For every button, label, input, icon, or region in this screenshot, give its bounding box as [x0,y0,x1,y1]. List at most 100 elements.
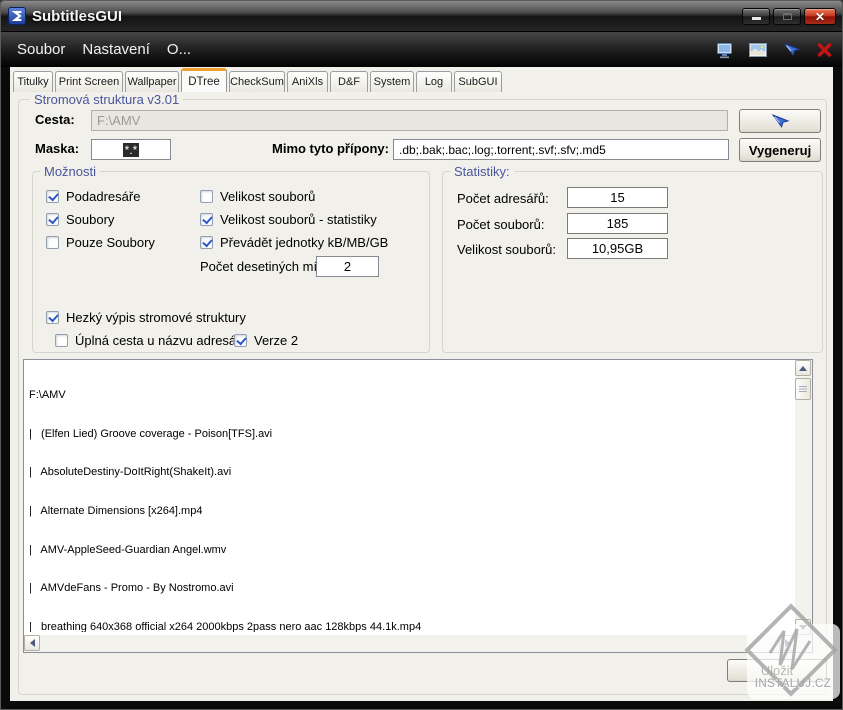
checkbox-label: Pouze Soubory [66,234,155,250]
menu-item-nastaveni[interactable]: Nastavení [82,41,150,58]
screen-icon[interactable] [715,41,735,59]
menu-item-o[interactable]: O... [167,41,191,58]
checkbox-velikost-souboru[interactable]: Velikost souborů [200,188,315,204]
minimize-icon [752,17,761,20]
stat-souboru-value: 185 [606,216,629,231]
checkbox-hezky-vypis[interactable]: Hezký výpis stromové struktury [46,309,246,325]
menu-item-soubor[interactable]: Soubor [17,41,65,58]
stat-velikost-value: 10,95GB [591,241,644,256]
tab-dtree[interactable]: DTree [181,68,227,92]
cesta-label: Cesta: [35,112,75,127]
checkbox-box[interactable] [46,235,59,249]
tab-system[interactable]: System [370,71,414,92]
app-logo-icon[interactable] [8,7,26,25]
scroll-left-button[interactable] [24,635,40,651]
tab-checksum[interactable]: CheckSum [229,71,285,92]
horizontal-scrollbar[interactable] [24,635,795,652]
checkbox-verze-2[interactable]: Verze 2 [234,332,298,348]
blue-pointer-icon [771,113,790,128]
tree-line: | AbsoluteDestiny-DoItRight(ShakeIt).avi [29,466,232,479]
picture-icon[interactable] [748,41,768,59]
tree-line: | breathing 640x368 official x264 2000kb… [29,621,422,632]
checkbox-box[interactable] [234,333,247,347]
tree-line: | AMV-AppleSeed-Guardian Angel.wmv [29,543,227,556]
cesta-value: F:\AMV [97,113,141,128]
maximize-icon [783,13,792,20]
vertical-scroll-thumb[interactable] [795,378,811,400]
statistiky-title: Statistiky: [450,164,514,179]
tab-strip: Titulky Print Screen Wallpaper DTree Che… [13,68,502,92]
stat-velikost-field[interactable]: 10,95GB [567,238,668,259]
stat-souboru-label: Počet souborů: [457,217,545,232]
maska-field[interactable]: *.* [91,139,171,160]
close-button[interactable]: ✕ [804,8,836,25]
checkbox-box[interactable] [55,333,68,347]
window-title: SubtitlesGUI [32,7,123,25]
tab-log[interactable]: Log [416,71,452,92]
arrow-left-icon [29,639,35,647]
s-zigzag-glyph [11,11,22,21]
checkbox-label: Podadresáře [66,188,141,204]
tree-output-listbox[interactable]: F:\AMV | (Elfen Lied) Groove coverage - … [23,359,813,653]
stat-souboru-field[interactable]: 185 [567,213,668,234]
checkbox-box[interactable] [46,212,59,226]
checkbox-box[interactable] [200,189,213,203]
checkbox-box[interactable] [200,212,213,226]
checkbox-label: Velikost souborů - statistiky [220,211,377,227]
browse-button[interactable] [739,109,821,133]
checkbox-pouze-soubory[interactable]: Pouze Soubory [46,234,155,250]
tab-anixls[interactable]: AniXls [287,71,328,92]
tree-line: | (Elfen Lied) Groove coverage - Poison[… [29,427,273,440]
tree-output-text: F:\AMV | (Elfen Lied) Groove coverage - … [29,363,792,632]
maska-label: Maska: [35,141,80,156]
checkbox-velikost-statistiky[interactable]: Velikost souborů - statistiky [200,211,377,227]
app-window: SubtitlesGUI ✕ Soubor Nastavení O... Tit… [0,0,843,710]
group-moznosti: Možnosti Podadresáře Soubory Pouze Soubo… [32,164,430,353]
arrow-up-icon [799,365,807,371]
decimal-places-field[interactable]: 2 [316,256,379,277]
tab-titulky[interactable]: Titulky [13,71,53,92]
checkbox-label: Verze 2 [254,332,299,348]
group-statistiky: Statistiky: Počet adresářů: 15 Počet sou… [442,164,823,353]
group-title: Stromová struktura v3.01 [30,92,184,107]
checkbox-label: Hezký výpis stromové struktury [66,309,246,325]
minimize-button[interactable] [742,8,770,25]
tree-line: F:\AMV [29,388,66,401]
moznosti-title: Možnosti [40,164,101,179]
tab-subgui[interactable]: SubGUI [454,71,502,92]
stat-adresaru-label: Počet adresářů: [457,191,549,206]
title-bar[interactable]: SubtitlesGUI ✕ [1,1,842,31]
checkbox-box[interactable] [200,235,213,249]
content-panel: Titulky Print Screen Wallpaper DTree Che… [10,67,833,701]
checkbox-prevadet-jednotky[interactable]: Převádět jednotky kB/MB/GB [200,234,388,250]
group-stromova-struktura: Stromová struktura v3.01 Cesta: F:\AMV M… [18,92,827,695]
checkbox-label: Soubory [66,211,115,227]
scroll-up-button[interactable] [795,360,811,376]
stat-adresaru-field[interactable]: 15 [567,187,668,208]
tab-df[interactable]: D&F [330,71,368,92]
tab-print-screen[interactable]: Print Screen [55,71,123,92]
tab-wallpaper[interactable]: Wallpaper [125,71,179,92]
decimal-places-value: 2 [343,259,352,274]
mimo-pripony-field[interactable]: .db;.bak;.bac;.log;.torrent;.svf;.sfv;.m… [393,139,729,160]
checkbox-box[interactable] [46,310,59,324]
close-icon: ✕ [814,9,826,24]
blue-pointer-icon[interactable] [781,41,801,59]
watermark-text: INSTALUJ.CZ [754,678,832,690]
vertical-scrollbar[interactable] [795,360,812,635]
stat-adresaru-value: 15 [610,190,625,205]
checkbox-soubory[interactable]: Soubory [46,211,114,227]
checkbox-box[interactable] [46,189,59,203]
red-x-icon[interactable] [814,41,834,59]
tree-line: | Alternate Dimensions [x264].mp4 [29,504,203,517]
vygeneruj-button[interactable]: Vygeneruj [739,138,821,162]
checkbox-label: Převádět jednotky kB/MB/GB [220,234,389,250]
maximize-button[interactable] [773,8,801,25]
checkbox-uplna-cesta[interactable]: Úplná cesta u názvu adresáře [55,332,248,348]
maska-selected-text: *.* [122,142,140,157]
thumb-grip-icon [799,386,807,392]
checkbox-podadresare[interactable]: Podadresáře [46,188,140,204]
menu-bar: Soubor Nastavení O... [1,31,842,67]
window-controls: ✕ [742,8,836,25]
checkbox-label: Velikost souborů [220,188,316,204]
